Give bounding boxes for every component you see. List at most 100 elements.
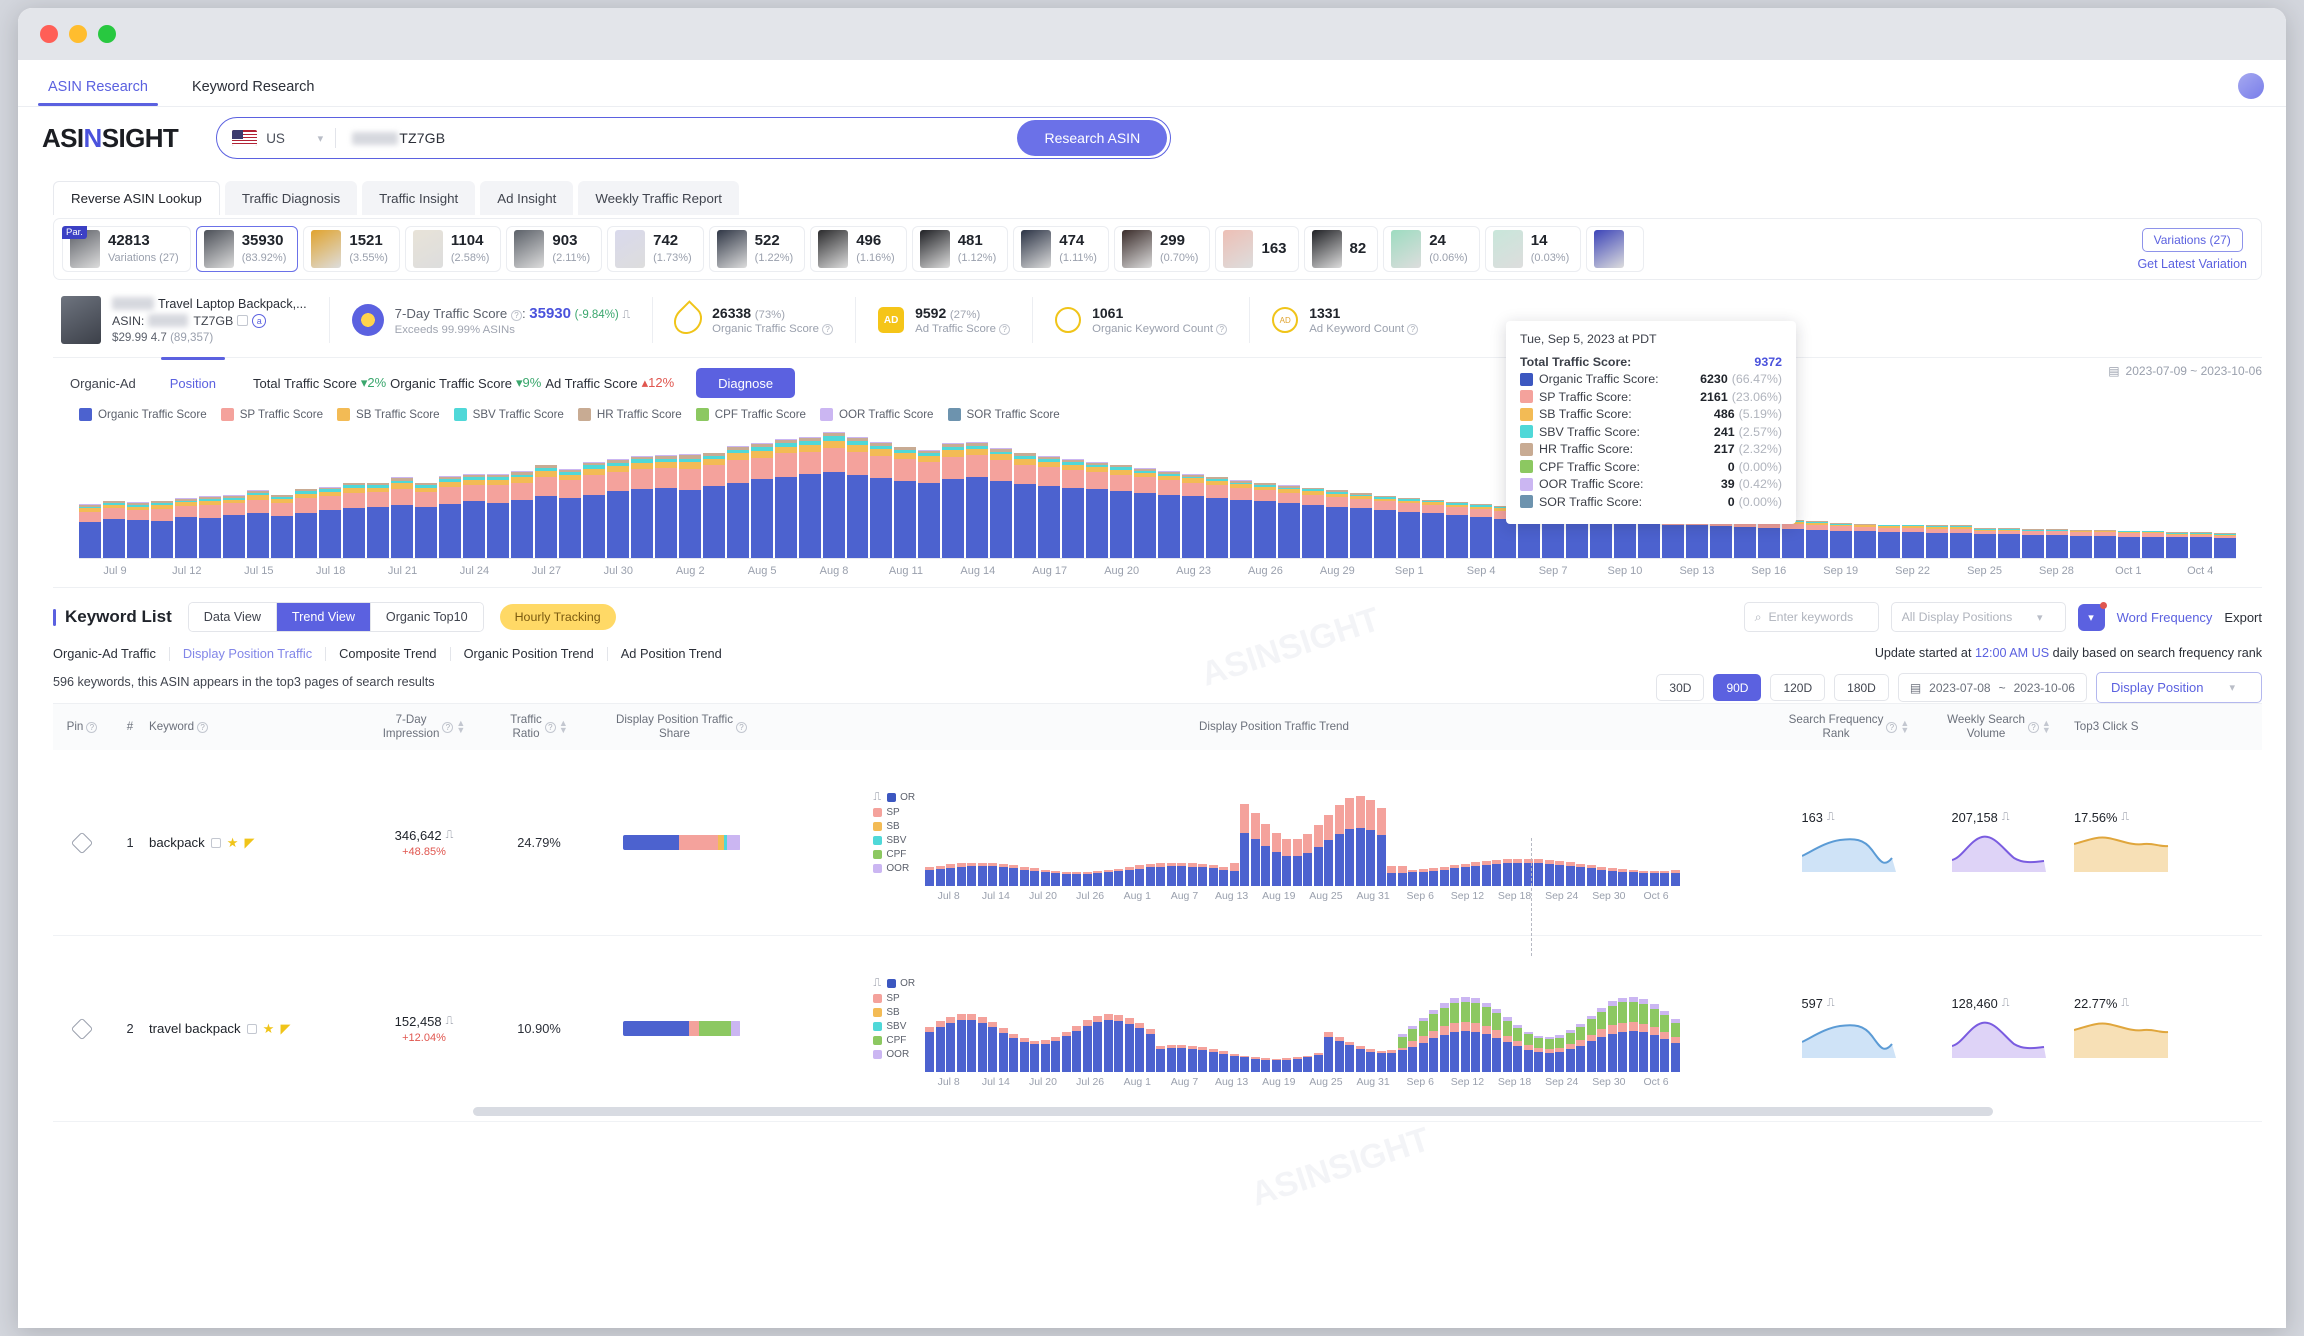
- trend-bar[interactable]: [1639, 999, 1649, 1073]
- chart-bar[interactable]: [510, 471, 533, 558]
- trend-bar[interactable]: [1450, 865, 1460, 887]
- chart-bar[interactable]: [1230, 480, 1253, 558]
- trend-bar[interactable]: [1219, 866, 1229, 887]
- trend-bar[interactable]: [1114, 868, 1124, 887]
- trend-tab-display-position-traffic[interactable]: Display Position Traffic: [170, 646, 327, 662]
- chart-bar[interactable]: [2117, 530, 2140, 558]
- chart-bar[interactable]: [1422, 499, 1445, 558]
- mini-legend-item[interactable]: CPF: [873, 849, 915, 860]
- trend-bar[interactable]: [1345, 1042, 1355, 1073]
- trend-bar[interactable]: [1544, 860, 1554, 887]
- trend-bar[interactable]: [1135, 1022, 1145, 1073]
- variation-card[interactable]: 522 (1.22%): [708, 226, 806, 272]
- chart-bar[interactable]: [990, 448, 1013, 558]
- hourly-tracking-button[interactable]: Hourly Tracking: [499, 604, 616, 630]
- variation-card[interactable]: 474 (1.11%): [1013, 226, 1109, 272]
- maximize-window-button[interactable]: [98, 25, 116, 43]
- range-180d-button[interactable]: 180D: [1834, 674, 1889, 701]
- pin-icon[interactable]: [70, 831, 94, 854]
- chart-bar[interactable]: [1014, 452, 1037, 558]
- trend-bar[interactable]: [946, 1016, 956, 1073]
- variation-card[interactable]: 481 (1.12%): [911, 226, 1009, 272]
- chart-bar[interactable]: [174, 498, 197, 558]
- trend-bar[interactable]: [1103, 1013, 1113, 1073]
- mini-legend-item[interactable]: SP: [873, 807, 915, 818]
- tab-traffic-insight[interactable]: Traffic Insight: [362, 181, 476, 215]
- chart-bar[interactable]: [438, 475, 461, 558]
- copy-icon[interactable]: [210, 837, 221, 848]
- variation-card[interactable]: 1521 (3.55%): [303, 226, 400, 272]
- trend-bar[interactable]: [1124, 1017, 1134, 1073]
- trend-bar[interactable]: [1649, 1004, 1659, 1073]
- help-icon[interactable]: ?: [442, 721, 454, 733]
- display-position-share-bar[interactable]: [622, 1021, 741, 1037]
- trend-bar[interactable]: [1418, 1017, 1428, 1073]
- trend-bar[interactable]: [1292, 839, 1302, 887]
- chart-bar[interactable]: [294, 488, 317, 558]
- trend-bar[interactable]: [1229, 862, 1239, 887]
- chart-bar[interactable]: [1326, 490, 1349, 558]
- trend-bar[interactable]: [1376, 1050, 1386, 1073]
- trend-bar[interactable]: [1303, 1055, 1313, 1073]
- mini-legend-item[interactable]: SBV: [873, 835, 915, 846]
- chart-bar[interactable]: [2165, 532, 2188, 558]
- chart-bar[interactable]: [1158, 471, 1181, 558]
- trend-bar[interactable]: [1072, 871, 1082, 887]
- trend-chart-icon[interactable]: ⎍: [1827, 811, 1835, 824]
- country-selector[interactable]: US ▾: [217, 130, 335, 146]
- chart-bar[interactable]: [1901, 524, 1924, 558]
- variation-card[interactable]: 1104 (2.58%): [404, 226, 502, 272]
- chart-bar[interactable]: [654, 455, 677, 558]
- chart-bar[interactable]: [606, 459, 629, 558]
- legend-item[interactable]: OOR Traffic Score: [820, 408, 934, 421]
- chart-bar[interactable]: [1134, 468, 1157, 558]
- trend-bar[interactable]: [1397, 1034, 1407, 1073]
- star-icon[interactable]: ★: [227, 835, 239, 851]
- trend-tab-organic-ad-traffic[interactable]: Organic-Ad Traffic: [53, 646, 170, 662]
- chart-bar[interactable]: [822, 432, 845, 558]
- chart-bar[interactable]: [1470, 504, 1493, 558]
- trend-bar[interactable]: [1418, 869, 1428, 887]
- trend-bar[interactable]: [1649, 870, 1659, 887]
- trend-bar[interactable]: [925, 867, 935, 887]
- trend-bar[interactable]: [1429, 1009, 1439, 1073]
- sort-icon[interactable]: ▲ ▼: [559, 718, 568, 734]
- trend-bar[interactable]: [1324, 1032, 1334, 1073]
- trend-bar[interactable]: [1639, 870, 1649, 887]
- trend-bar[interactable]: [1282, 1058, 1292, 1073]
- chart-bar[interactable]: [1757, 519, 1780, 558]
- trend-bar[interactable]: [1271, 1058, 1281, 1073]
- trend-chart-icon[interactable]: ⎍: [446, 829, 454, 842]
- trend-bar[interactable]: [1261, 1058, 1271, 1073]
- mini-legend-item[interactable]: CPF: [873, 1035, 915, 1046]
- chart-bar[interactable]: [2021, 528, 2044, 558]
- trend-bar[interactable]: [1429, 868, 1439, 887]
- trend-bar[interactable]: [1628, 996, 1638, 1073]
- chart-bar[interactable]: [534, 464, 557, 558]
- legend-item[interactable]: Organic Traffic Score: [79, 408, 207, 421]
- trend-bar[interactable]: [1387, 1050, 1397, 1073]
- col-weekly-search-volume[interactable]: Weekly Search Volume? ▲ ▼: [1924, 713, 2074, 742]
- trend-chart-icon[interactable]: ⎍: [2121, 811, 2129, 824]
- chart-bar[interactable]: [1805, 521, 1828, 558]
- tab-traffic-diagnosis[interactable]: Traffic Diagnosis: [224, 181, 358, 215]
- help-icon[interactable]: ?: [544, 721, 556, 733]
- trend-bar[interactable]: [1145, 1028, 1155, 1073]
- trend-bar[interactable]: [1660, 1011, 1670, 1073]
- variation-card[interactable]: Par. 42813 Variations (27): [62, 226, 191, 272]
- trend-bar[interactable]: [1124, 866, 1134, 887]
- trend-bar[interactable]: [1313, 825, 1323, 887]
- trend-bar[interactable]: [935, 1021, 945, 1073]
- close-window-button[interactable]: [40, 25, 58, 43]
- trend-tab-ad-position-trend[interactable]: Ad Position Trend: [608, 646, 735, 661]
- legend-item[interactable]: CPF Traffic Score: [695, 408, 806, 421]
- trend-bar[interactable]: [1544, 1037, 1554, 1073]
- trend-bar[interactable]: [1366, 1049, 1376, 1073]
- chart-bar[interactable]: [966, 442, 989, 558]
- trend-chart-icon[interactable]: ⎍: [873, 791, 881, 804]
- trend-bar[interactable]: [1103, 869, 1113, 887]
- range-90d-button[interactable]: 90D: [1713, 674, 1762, 701]
- legend-item[interactable]: SBV Traffic Score: [453, 408, 564, 421]
- amazon-link-icon[interactable]: a: [252, 313, 267, 328]
- trend-bar[interactable]: [988, 1021, 998, 1073]
